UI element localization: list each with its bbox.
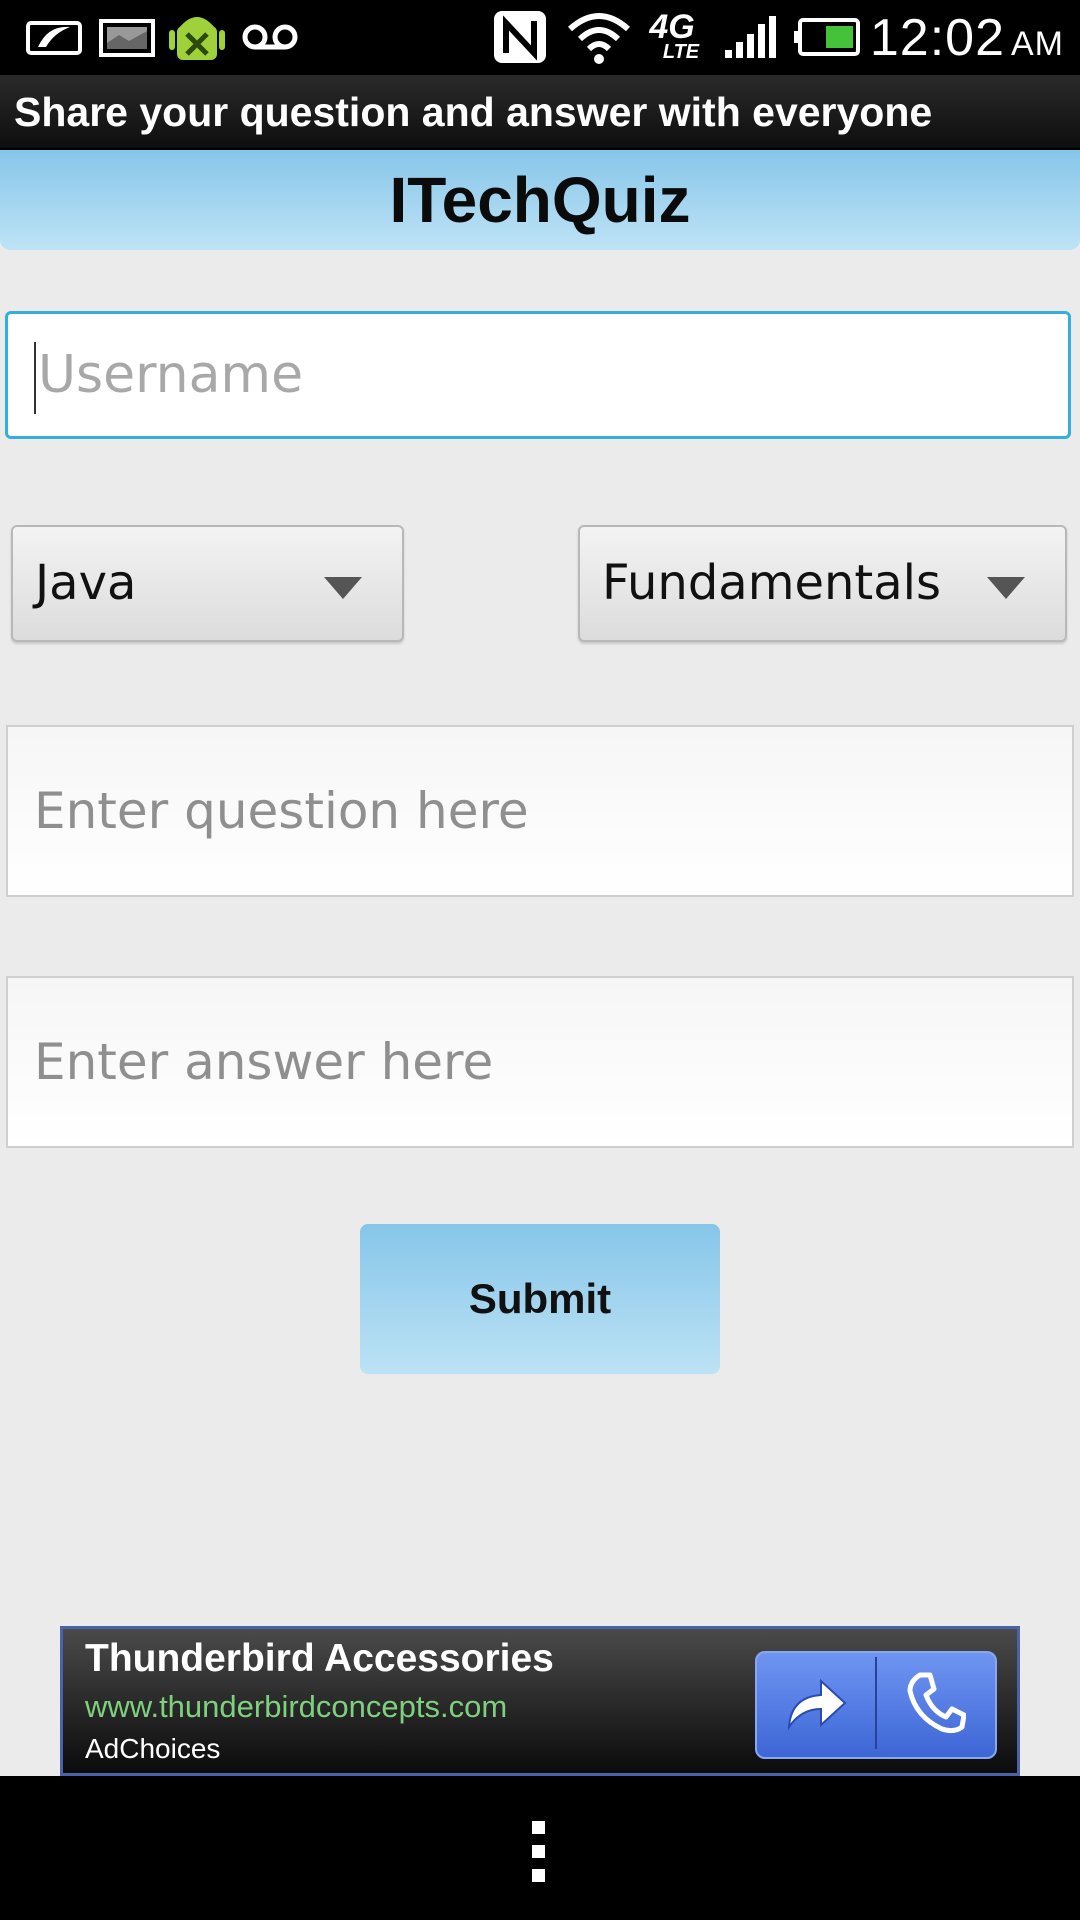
android-debug-icon xyxy=(168,14,226,60)
dropdown-arrow-icon xyxy=(324,577,362,599)
signal-icon xyxy=(722,14,780,60)
language-spinner[interactable]: Java xyxy=(11,525,404,642)
ad-share-button[interactable] xyxy=(757,1653,875,1753)
4g-lte-icon: 4G LTE xyxy=(649,8,700,63)
ad-title[interactable]: Thunderbird Accessories xyxy=(85,1637,554,1681)
answer-input[interactable]: Enter answer here xyxy=(6,976,1074,1148)
clock: 12:02 AM xyxy=(869,9,1064,67)
ad-banner[interactable]: Thunderbird Accessories www.thunderbirdc… xyxy=(60,1626,1020,1776)
topic-spinner[interactable]: Fundamentals xyxy=(578,525,1067,642)
navigation-bar xyxy=(0,1776,1080,1920)
question-placeholder: Enter question here xyxy=(34,782,529,840)
share-arrow-icon xyxy=(787,1678,847,1731)
ad-call-button[interactable] xyxy=(877,1653,995,1753)
username-placeholder: Username xyxy=(38,345,304,405)
username-input[interactable]: Username xyxy=(5,311,1071,439)
language-spinner-value: Java xyxy=(35,555,137,611)
battery-icon xyxy=(794,14,860,60)
submit-button[interactable]: Submit xyxy=(360,1224,720,1374)
message-notification-icon xyxy=(22,14,86,60)
topic-spinner-value: Fundamentals xyxy=(602,555,941,611)
overflow-menu-icon[interactable] xyxy=(530,1821,550,1885)
app-title-bar: Share your question and answer with ever… xyxy=(0,75,1080,150)
text-caret xyxy=(34,342,36,414)
ad-choices-link[interactable]: AdChoices xyxy=(85,1733,220,1765)
page-title: ITechQuiz xyxy=(0,150,1080,250)
voicemail-icon xyxy=(240,14,300,60)
ad-action-buttons xyxy=(755,1651,997,1759)
nfc-icon xyxy=(490,11,550,63)
status-bar: 4G LTE 12:02 AM xyxy=(0,0,1080,75)
phone-icon xyxy=(907,1672,966,1734)
image-notification-icon xyxy=(98,14,156,60)
dropdown-arrow-icon xyxy=(987,577,1025,599)
ad-url[interactable]: www.thunderbirdconcepts.com xyxy=(85,1689,507,1725)
answer-placeholder: Enter answer here xyxy=(34,1033,494,1091)
question-input[interactable]: Enter question here xyxy=(6,725,1074,897)
wifi-icon xyxy=(566,13,632,64)
